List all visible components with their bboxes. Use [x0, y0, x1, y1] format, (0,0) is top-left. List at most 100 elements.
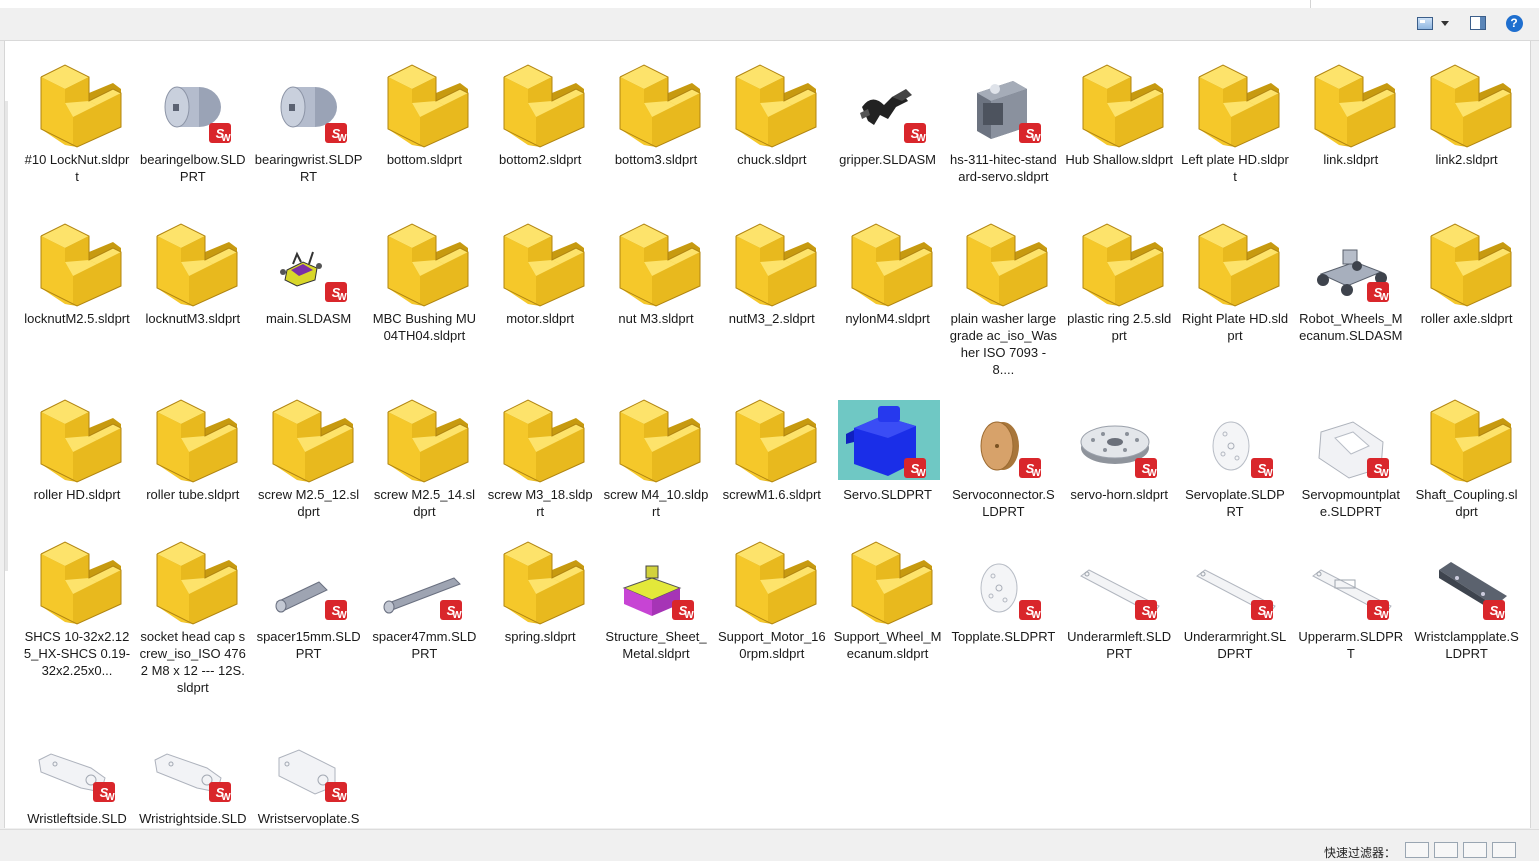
- file-item[interactable]: bottom2.sldprt: [484, 49, 596, 168]
- file-item[interactable]: Support_Wheel_Mecanum.sldprt: [832, 526, 944, 662]
- file-item[interactable]: locknutM2.5.sldprt: [21, 208, 133, 327]
- file-item[interactable]: S W Wristleftside.SLDPRT: [21, 708, 133, 828]
- file-item[interactable]: S W Servopmountplate.SLDPRT: [1295, 384, 1407, 520]
- file-item[interactable]: S W Structure_Sheet_Metal.sldprt: [600, 526, 712, 662]
- file-grid[interactable]: #10 LockNut.sldprt S W bearingelbow.SLDP…: [4, 41, 1531, 828]
- file-item[interactable]: #10 LockNut.sldprt: [21, 49, 133, 185]
- file-name: bearingelbow.SLDPRT: [140, 152, 246, 184]
- part-folder-icon: [1179, 208, 1291, 308]
- file-name: Wristclampplate.SLDPRT: [1414, 629, 1519, 661]
- part-thumbnail-icon: S W: [832, 49, 944, 149]
- file-item[interactable]: S W Underarmleft.SLDPRT: [1063, 526, 1175, 662]
- file-item[interactable]: nutM3_2.sldprt: [716, 208, 828, 327]
- file-item[interactable]: roller tube.sldprt: [137, 384, 249, 503]
- filter-parts-button[interactable]: [1405, 842, 1429, 858]
- file-item[interactable]: S W Upperarm.SLDPRT: [1295, 526, 1407, 662]
- file-item[interactable]: screw M4_10.sldprt: [600, 384, 712, 520]
- file-item[interactable]: Right Plate HD.sldprt: [1179, 208, 1291, 344]
- file-name: Servoconnector.SLDPRT: [952, 487, 1055, 519]
- file-item[interactable]: screw M2.5_12.sldprt: [253, 384, 365, 520]
- file-name: screwM1.6.sldprt: [722, 487, 821, 502]
- solidworks-badge-icon: S W: [1366, 282, 1389, 303]
- file-item[interactable]: S W Servo.SLDPRT: [832, 384, 944, 503]
- solidworks-badge-icon: S W: [324, 782, 347, 803]
- svg-text:W: W: [1379, 610, 1389, 621]
- file-item[interactable]: plastic ring 2.5.sldprt: [1063, 208, 1175, 344]
- svg-text:W: W: [1147, 610, 1157, 621]
- part-thumbnail-icon: S W: [253, 526, 365, 626]
- filter-all-button[interactable]: [1492, 842, 1516, 858]
- solidworks-badge-icon: S W: [1135, 600, 1157, 621]
- file-item[interactable]: nylonM4.sldprt: [832, 208, 944, 327]
- file-item[interactable]: screwM1.6.sldprt: [716, 384, 828, 503]
- file-item[interactable]: bottom.sldprt: [368, 49, 480, 168]
- part-folder-icon: [1179, 49, 1291, 149]
- file-item[interactable]: S W Wristclampplate.SLDPRT: [1411, 526, 1523, 662]
- file-item[interactable]: S W servo-horn.sldprt: [1063, 384, 1175, 503]
- file-item[interactable]: Support_Motor_160rpm.sldprt: [716, 526, 828, 662]
- file-item[interactable]: chuck.sldprt: [716, 49, 828, 168]
- file-item[interactable]: spring.sldprt: [484, 526, 596, 645]
- file-item[interactable]: Shaft_Coupling.sldprt: [1411, 384, 1523, 520]
- scrollbar-track[interactable]: [1533, 41, 1539, 829]
- file-item[interactable]: S W gripper.SLDASM: [832, 49, 944, 168]
- file-item[interactable]: MBC Bushing MU04TH04.sldprt: [368, 208, 480, 344]
- part-folder-icon: [484, 384, 596, 484]
- file-item[interactable]: S W Underarmright.SLDPRT: [1179, 526, 1291, 662]
- solidworks-badge-icon: S W: [1251, 458, 1273, 479]
- part-folder-icon: [484, 49, 596, 149]
- part-folder-icon: [1063, 49, 1175, 149]
- file-name: bottom3.sldprt: [614, 152, 698, 167]
- file-item[interactable]: roller axle.sldprt: [1411, 208, 1523, 327]
- file-item[interactable]: S W Robot_Wheels_Mecanum.SLDASM: [1295, 208, 1407, 344]
- file-name: Servopmountplate.SLDPRT: [1301, 487, 1400, 519]
- file-item[interactable]: roller HD.sldprt: [21, 384, 133, 503]
- help-button[interactable]: ?: [1502, 12, 1526, 34]
- file-name: Upperarm.SLDPRT: [1298, 629, 1404, 661]
- svg-text:W: W: [221, 792, 231, 803]
- file-name: screw M2.5_14.sldprt: [373, 487, 475, 519]
- file-item[interactable]: S W hs-311-hitec-standard-servo.sldprt: [947, 49, 1059, 185]
- filter-assemblies-button[interactable]: [1434, 842, 1458, 858]
- file-item[interactable]: plain washer large grade ac_iso_Washer I…: [947, 208, 1059, 378]
- file-name: roller tube.sldprt: [146, 487, 240, 502]
- file-item[interactable]: S W Wristservoplate.SLDPRT: [253, 708, 365, 828]
- svg-text:W: W: [1032, 610, 1042, 621]
- part-thumbnail-icon: S W: [21, 708, 133, 808]
- file-item[interactable]: bottom3.sldprt: [600, 49, 712, 168]
- file-item[interactable]: S W spacer15mm.SLDPRT: [253, 526, 365, 662]
- file-item[interactable]: screw M3_18.sldprt: [484, 384, 596, 520]
- file-item[interactable]: S W Servoplate.SLDPRT: [1179, 384, 1291, 520]
- part-folder-icon: [716, 526, 828, 626]
- file-item[interactable]: screw M2.5_14.sldprt: [368, 384, 480, 520]
- file-item[interactable]: Hub Shallow.sldprt: [1063, 49, 1175, 168]
- view-options-icon: [1417, 16, 1433, 30]
- solidworks-badge-icon: S W: [1019, 600, 1042, 621]
- file-item[interactable]: S W main.SLDASM: [253, 208, 365, 327]
- solidworks-badge-icon: S W: [1366, 458, 1389, 479]
- left-edge: [5, 101, 8, 571]
- filter-drawings-button[interactable]: [1463, 842, 1487, 858]
- file-item[interactable]: Left plate HD.sldprt: [1179, 49, 1291, 185]
- status-bar: 快速过滤器：: [0, 829, 1539, 860]
- file-item[interactable]: S W Topplate.SLDPRT: [947, 526, 1059, 645]
- part-thumbnail-icon: S W: [832, 384, 944, 484]
- file-item[interactable]: nut M3.sldprt: [600, 208, 712, 327]
- file-item[interactable]: locknutM3.sldprt: [137, 208, 249, 327]
- file-item[interactable]: motor.sldprt: [484, 208, 596, 327]
- file-item[interactable]: S W bearingwrist.SLDPRT: [253, 49, 365, 185]
- part-thumbnail-icon: S W: [1179, 384, 1291, 484]
- file-name: chuck.sldprt: [737, 152, 807, 167]
- file-item[interactable]: S W spacer47mm.SLDPRT: [368, 526, 480, 662]
- view-options-button[interactable]: [1412, 12, 1454, 34]
- file-name: spacer15mm.SLDPRT: [256, 629, 361, 661]
- preview-pane-button[interactable]: [1466, 12, 1490, 34]
- file-item[interactable]: link2.sldprt: [1411, 49, 1523, 168]
- file-item[interactable]: S W bearingelbow.SLDPRT: [137, 49, 249, 185]
- file-item[interactable]: S W Wristrightside.SLDPRT: [137, 708, 249, 828]
- file-item[interactable]: SHCS 10-32x2.125_HX-SHCS 0.19-32x2.25x0.…: [21, 526, 133, 679]
- file-item[interactable]: S W Servoconnector.SLDPRT: [947, 384, 1059, 520]
- file-item[interactable]: socket head cap screw_iso_ISO 4762 M8 x …: [137, 526, 249, 696]
- file-item[interactable]: link.sldprt: [1295, 49, 1407, 168]
- file-name: screw M4_10.sldprt: [603, 487, 709, 519]
